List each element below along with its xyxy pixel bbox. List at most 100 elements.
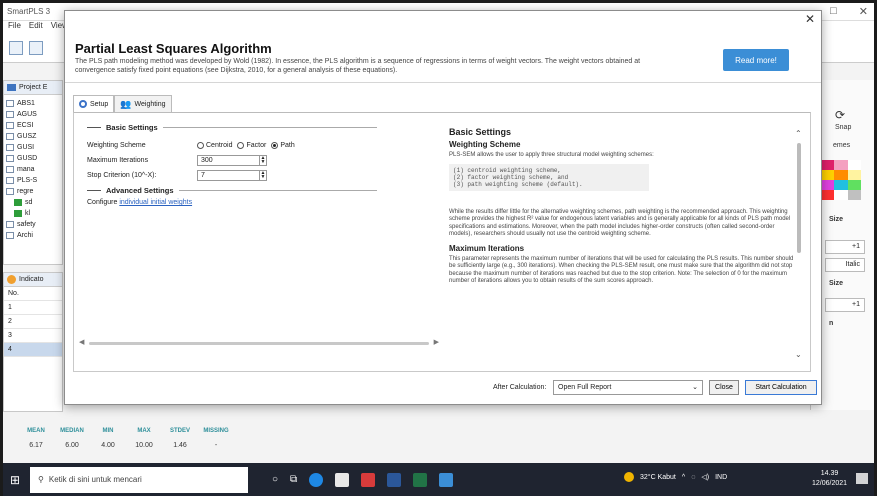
size-increase-button-2[interactable]: +1 bbox=[825, 298, 865, 312]
stat-value: 6.00 bbox=[65, 442, 79, 449]
color-palette[interactable] bbox=[821, 160, 861, 200]
indicator-row[interactable]: 1 bbox=[4, 301, 62, 315]
horizontal-scrollbar[interactable]: ◀ ▶ bbox=[79, 339, 439, 347]
max-iterations-input[interactable]: 300 ▲ ▼ bbox=[197, 155, 267, 166]
scroll-left-icon[interactable]: ◀ bbox=[79, 338, 84, 346]
snap-icon[interactable]: ⟳ bbox=[835, 108, 845, 122]
stat-header: MEDIAN bbox=[60, 428, 84, 434]
code-line: (3) path weighting scheme (default). bbox=[453, 180, 583, 188]
windows-start-icon[interactable]: ⊞ bbox=[0, 473, 30, 487]
indicator-row[interactable]: 3 bbox=[4, 329, 62, 343]
indicator-statistics: MEAN 6.17 MEDIAN 6.00 MIN 4.00 MAX 10.00 STD… bbox=[18, 428, 234, 449]
indicators-header: Indicato bbox=[4, 273, 62, 287]
spinner-icon[interactable]: ▲ ▼ bbox=[259, 171, 266, 180]
model-icon bbox=[14, 199, 22, 206]
themes-label: emes bbox=[833, 142, 851, 149]
stat-value: 10.00 bbox=[135, 442, 153, 449]
stop-criterion-row: Stop Criterion (10^-X): 7 ▲ ▼ bbox=[87, 168, 377, 183]
read-more-button[interactable]: Read more! bbox=[723, 49, 789, 71]
cortana-icon[interactable]: ○ bbox=[272, 474, 278, 485]
settings-form: Basic Settings Weighting Scheme Centroid… bbox=[77, 123, 377, 210]
tree-item[interactable]: ECSI bbox=[6, 120, 60, 131]
tree-item[interactable]: GUSD bbox=[6, 153, 60, 164]
tree-item-label: mana bbox=[17, 166, 35, 173]
n-label: n bbox=[829, 320, 834, 327]
tree-item[interactable]: ABS1 bbox=[6, 98, 60, 109]
volume-icon[interactable]: ◁) bbox=[701, 473, 709, 481]
tab-setup[interactable]: Setup bbox=[73, 95, 115, 112]
open-icon[interactable] bbox=[29, 40, 43, 55]
project-icon bbox=[6, 166, 14, 173]
indicator-row[interactable]: 2 bbox=[4, 315, 62, 329]
menu-file[interactable]: File bbox=[8, 21, 21, 33]
help-intro: PLS-SEM allows the user to apply three s… bbox=[449, 152, 654, 158]
tab-weighting[interactable]: 👥 Weighting bbox=[114, 95, 172, 112]
tree-item-label: sd bbox=[25, 199, 33, 206]
tree-item[interactable]: kl bbox=[6, 208, 60, 219]
project-tree: ABS1 AGUS ECSI GUSZ GUSI GUSD mana PLS-S… bbox=[4, 95, 62, 244]
menu-edit[interactable]: Edit bbox=[29, 21, 43, 33]
close-button[interactable]: Close bbox=[709, 380, 739, 395]
tree-item[interactable]: Archi bbox=[6, 230, 60, 241]
scroll-down-icon[interactable]: ⌄ bbox=[795, 350, 802, 359]
tree-item[interactable]: mana bbox=[6, 164, 60, 175]
stat-header: STDEV bbox=[169, 428, 190, 434]
indicators-icon bbox=[7, 275, 16, 284]
size-increase-button[interactable]: +1 bbox=[825, 240, 865, 254]
scroll-thumb[interactable] bbox=[797, 143, 801, 253]
help-title: Basic Settings bbox=[449, 127, 512, 137]
initial-weights-link[interactable]: individual initial weights bbox=[119, 199, 192, 206]
close-icon[interactable]: ✕ bbox=[859, 5, 868, 18]
radio-path[interactable]: Path bbox=[271, 142, 295, 149]
start-calculation-button[interactable]: Start Calculation bbox=[745, 380, 817, 395]
scroll-right-icon[interactable]: ▶ bbox=[434, 338, 439, 346]
tree-item[interactable]: GUSI bbox=[6, 142, 60, 153]
tree-item[interactable]: safety bbox=[6, 219, 60, 230]
smartpls-icon[interactable] bbox=[439, 472, 454, 487]
indicators-title: Indicato bbox=[19, 276, 44, 283]
tree-item-label: PLS-S bbox=[17, 177, 38, 184]
tree-item[interactable]: PLS-S bbox=[6, 175, 60, 186]
project-icon bbox=[6, 111, 14, 118]
tree-item[interactable]: GUSZ bbox=[6, 131, 60, 142]
edge-icon[interactable] bbox=[309, 472, 324, 487]
word-icon[interactable] bbox=[387, 472, 402, 487]
scroll-track[interactable] bbox=[89, 342, 429, 345]
after-calculation-select[interactable]: Open Full Report ⌄ bbox=[553, 380, 703, 395]
tree-item[interactable]: AGUS bbox=[6, 109, 60, 120]
app-icon[interactable] bbox=[361, 472, 376, 487]
radio-factor[interactable]: Factor bbox=[237, 142, 266, 149]
radio-centroid[interactable]: Centroid bbox=[197, 142, 232, 149]
indicators-column-header: No. bbox=[4, 287, 62, 301]
weather-text[interactable]: 32°C Kabut bbox=[640, 474, 676, 481]
maximize-icon[interactable]: □ bbox=[830, 5, 837, 18]
stat-value: 4.00 bbox=[101, 442, 115, 449]
notification-icon[interactable] bbox=[856, 473, 868, 484]
save-icon[interactable] bbox=[9, 40, 23, 55]
tree-item-label: AGUS bbox=[17, 111, 37, 118]
clock[interactable]: 14.39 12/06/2021 bbox=[812, 469, 847, 489]
excel-icon[interactable] bbox=[413, 472, 428, 487]
task-view-icon[interactable]: ⧉ bbox=[290, 474, 297, 485]
weighting-scheme-label: Weighting Scheme bbox=[87, 142, 146, 149]
stat-value: 1.46 bbox=[173, 442, 187, 449]
stop-criterion-input[interactable]: 7 ▲ ▼ bbox=[197, 170, 267, 181]
language-indicator[interactable]: IND bbox=[715, 474, 727, 481]
spinner-icon[interactable]: ▲ ▼ bbox=[259, 156, 266, 165]
help-subtitle-2: Maximum Iterations bbox=[449, 243, 525, 253]
indicator-row[interactable]: 4 bbox=[4, 343, 62, 357]
tree-item[interactable]: sd bbox=[6, 197, 60, 208]
store-icon[interactable] bbox=[335, 472, 350, 487]
vertical-scrollbar[interactable]: ⌃ ⌄ bbox=[795, 129, 805, 359]
network-icon[interactable]: ◌ bbox=[691, 474, 695, 481]
scroll-up-icon[interactable]: ⌃ bbox=[795, 129, 802, 138]
weather-icon[interactable] bbox=[624, 472, 634, 482]
chevron-up-icon[interactable]: ^ bbox=[682, 474, 685, 481]
taskbar-search[interactable]: ⚲ Ketik di sini untuk mencari bbox=[30, 466, 248, 493]
stat-header: MEAN bbox=[27, 428, 45, 434]
italic-button[interactable]: Italic bbox=[825, 258, 865, 272]
radio-centroid-label: Centroid bbox=[206, 142, 233, 149]
project-icon bbox=[6, 133, 14, 140]
clock-time: 14.39 bbox=[820, 470, 839, 477]
tree-item[interactable]: regre bbox=[6, 186, 60, 197]
